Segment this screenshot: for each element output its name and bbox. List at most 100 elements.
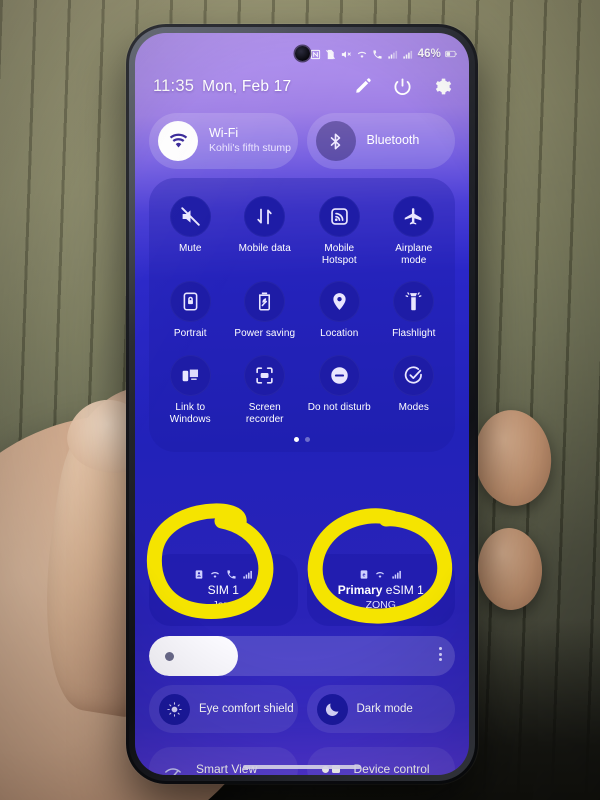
signal-bars-2-icon	[402, 49, 413, 60]
wifi-pill[interactable]: Wi-Fi Kohli's fifth stump	[149, 113, 298, 169]
sim-card-icon	[195, 570, 203, 579]
edit-pencil-icon[interactable]	[352, 76, 373, 97]
signal-bars-icon	[387, 49, 398, 60]
phone-screen: 46% 11:35 Mon, Feb 17 Wi-Fi Kohli's fift…	[135, 33, 469, 775]
sim1-carrier: Jazz	[212, 599, 235, 612]
header-actions	[352, 76, 453, 97]
battery-saver-icon	[244, 281, 286, 323]
tile-label: Mobile data	[238, 243, 291, 254]
wifi-icon	[356, 49, 368, 60]
moon-icon	[316, 693, 348, 725]
hotspot-icon	[318, 196, 360, 237]
link-to-windows-icon	[169, 354, 211, 396]
brightness-slider[interactable]	[149, 636, 455, 676]
tile-power-saving[interactable]: Power saving	[228, 277, 303, 346]
bluetooth-icon	[315, 121, 356, 161]
power-icon[interactable]	[392, 76, 413, 97]
call-forward-icon	[372, 49, 383, 60]
location-pin-icon	[318, 281, 360, 323]
tile-label: Mobile Hotspot	[321, 243, 357, 267]
flashlight-icon	[393, 281, 435, 323]
smart-view-icon	[159, 755, 187, 775]
tile-do-not-disturb[interactable]: Do not disturb	[302, 351, 377, 432]
tile-label: Location	[320, 328, 359, 340]
quick-settings-panel: Mute Mobile data Mobile Hotspot Airplane…	[149, 178, 455, 452]
tile-label: Do not disturb	[307, 401, 371, 413]
modes-check-icon	[393, 354, 435, 396]
dark-mode-label: Dark mode	[356, 703, 413, 715]
connectivity-pills: Wi-Fi Kohli's fifth stump Bluetooth	[149, 113, 455, 169]
signal-bars-icon	[243, 570, 252, 579]
finger-1	[470, 406, 556, 510]
tile-portrait[interactable]: Portrait	[153, 277, 228, 346]
airplane-icon	[393, 196, 435, 237]
clock-time: 11:35	[153, 76, 195, 95]
tile-label: Flashlight	[392, 328, 436, 340]
volume-mute-icon	[340, 49, 352, 60]
tile-link-to-windows[interactable]: Link to Windows	[153, 351, 228, 432]
sim-card-1[interactable]: SIM 1 Jazz	[149, 554, 298, 626]
navigation-gesture-bar[interactable]	[243, 765, 361, 769]
tile-flashlight[interactable]: Flashlight	[377, 277, 452, 346]
device-control-button[interactable]: Device control	[306, 747, 455, 775]
brightness-row	[149, 634, 455, 678]
clock-date-label: Mon, Feb 17	[202, 77, 292, 95]
tile-label: Modes	[398, 401, 429, 413]
call-forward-icon	[227, 570, 236, 579]
eye-comfort-icon	[159, 693, 190, 725]
tile-mute[interactable]: Mute	[153, 192, 228, 273]
dark-mode-button[interactable]: Dark mode	[306, 685, 455, 733]
page-dot-2[interactable]	[305, 436, 310, 442]
tile-mobile-data[interactable]: Mobile data	[228, 192, 303, 273]
esim-card-icon: e	[360, 570, 368, 579]
tile-modes[interactable]: Modes	[377, 351, 452, 432]
device-control-label: Device control	[353, 762, 430, 775]
eye-comfort-label: Eye comfort shield	[199, 703, 294, 715]
sim-card-2[interactable]: e Primary eSIM 1 ZONG	[306, 554, 455, 626]
more-options-icon[interactable]	[439, 647, 442, 661]
battery-icon	[445, 50, 457, 58]
bluetooth-title: Bluetooth	[366, 133, 420, 148]
bottom-shortcuts-row: Smart View Device control	[149, 747, 455, 775]
quick-tiles-grid: Mute Mobile data Mobile Hotspot Airplane…	[153, 192, 451, 432]
brightness-knob[interactable]	[165, 651, 174, 661]
smart-view-button[interactable]: Smart View	[149, 747, 298, 775]
front-camera-punchhole	[295, 46, 310, 61]
volume-mute-icon	[169, 196, 211, 237]
tile-location[interactable]: Location	[302, 277, 377, 346]
esim1-carrier: ZONG	[365, 599, 396, 612]
tile-label: Airplane mode	[395, 243, 433, 267]
bluetooth-pill[interactable]: Bluetooth	[306, 113, 455, 169]
do-not-disturb-icon	[318, 354, 360, 396]
brightness-fill	[149, 636, 238, 676]
phone-device: 46% 11:35 Mon, Feb 17 Wi-Fi Kohli's fift…	[126, 24, 478, 784]
battery-percent-label: 46%	[417, 48, 441, 60]
wifi-network-name: Kohli's fifth stump	[209, 141, 291, 154]
wifi-text: Wi-Fi Kohli's fifth stump	[209, 126, 291, 155]
tile-label: Mute	[179, 243, 202, 254]
display-modes-row: Eye comfort shield Dark mode	[149, 685, 455, 733]
sim1-name: SIM 1	[207, 583, 239, 597]
tile-label: Power saving	[234, 328, 296, 340]
tile-airplane-mode[interactable]: Airplane mode	[377, 192, 452, 273]
page-dot-1[interactable]	[294, 436, 299, 442]
bluetooth-text: Bluetooth	[367, 133, 420, 149]
tile-screen-recorder[interactable]: Screen recorder	[228, 351, 303, 432]
sim1-status-icons	[194, 568, 253, 581]
screen-rotation-lock-icon	[169, 281, 211, 323]
wifi-calling-icon	[376, 572, 385, 578]
clock-date[interactable]: 11:35 Mon, Feb 17	[153, 77, 291, 96]
finger-2	[475, 525, 545, 613]
tile-mobile-hotspot[interactable]: Mobile Hotspot	[302, 192, 377, 273]
wifi-icon	[158, 121, 198, 161]
eye-comfort-shield-button[interactable]: Eye comfort shield	[149, 685, 298, 733]
esim1-name: Primary eSIM 1	[338, 583, 424, 597]
settings-gear-icon[interactable]	[432, 76, 453, 97]
esim1-label: eSIM 1	[385, 583, 424, 597]
signal-bars-icon	[392, 570, 402, 579]
mobile-data-icon	[244, 196, 286, 237]
tile-label: Screen recorder	[245, 401, 284, 425]
esim1-primary-badge: Primary	[337, 583, 383, 597]
nfc-icon	[310, 49, 321, 60]
wifi-title: Wi-Fi	[209, 126, 239, 141]
